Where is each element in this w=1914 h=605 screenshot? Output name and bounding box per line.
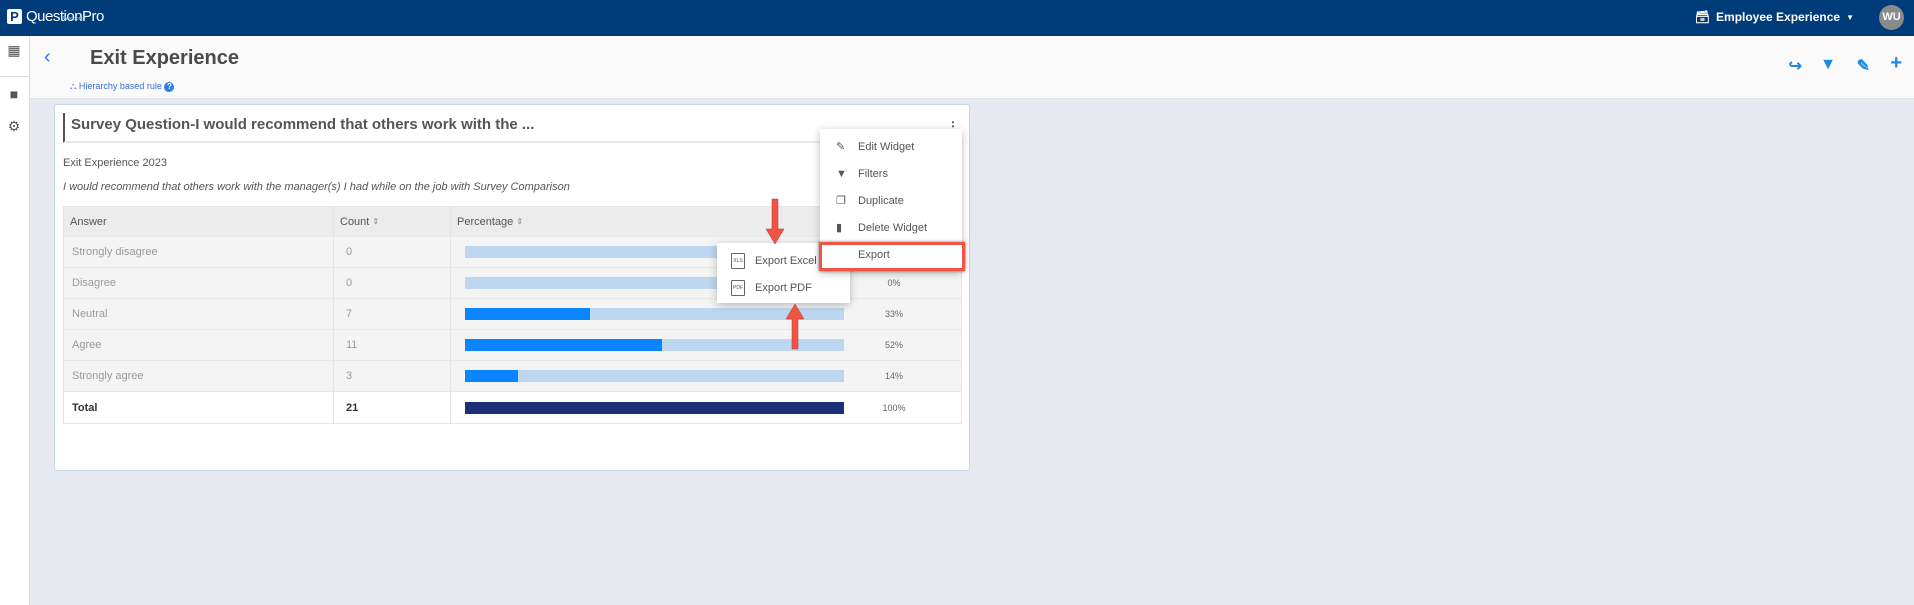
- sort-icon: ⇕: [516, 217, 524, 226]
- page-title: Exit Experience: [90, 47, 239, 69]
- table-row: Neutral 7 33%: [64, 299, 961, 330]
- gear-icon[interactable]: ⚙: [6, 118, 22, 134]
- pencil-icon: ✎: [836, 141, 846, 153]
- add-icon[interactable]: +: [1890, 52, 1902, 75]
- total-row: Total 21 100%: [64, 392, 961, 423]
- folder-icon[interactable]: ■: [6, 86, 22, 102]
- percentage-bar: [465, 370, 844, 382]
- menu-label: Export Excel: [755, 254, 817, 267]
- export-pdf-item[interactable]: PDF Export PDF: [717, 274, 850, 301]
- count-cell: 3: [346, 370, 353, 382]
- percentage-bar-fill: [465, 339, 663, 351]
- answer-cell: Disagree: [72, 277, 117, 289]
- hierarchy-rule[interactable]: ⛬ Hierarchy based rule ?: [70, 81, 175, 92]
- question-text: I would recommend that others work with …: [63, 181, 570, 193]
- arrow-down-annotation: [765, 198, 785, 245]
- hierarchy-rule-label: Hierarchy based rule: [78, 81, 162, 91]
- percentage-cell: 52%: [884, 340, 903, 350]
- answer-cell: Strongly agree: [72, 370, 144, 382]
- percentage-cell: 0%: [887, 278, 901, 288]
- dashboard-icon[interactable]: ▦: [6, 42, 22, 58]
- duplicate-item[interactable]: ❐ Duplicate: [820, 187, 962, 214]
- delete-widget-item[interactable]: ▮ Delete Widget: [820, 214, 962, 241]
- sidebar: ▦ ■ ⚙: [0, 36, 30, 605]
- percentage-cell: 100%: [882, 402, 906, 413]
- pdf-file-icon: PDF: [731, 279, 745, 296]
- xls-file-icon: XLS: [731, 252, 745, 269]
- answer-cell: Total: [72, 401, 98, 414]
- filters-item[interactable]: ▼ Filters: [820, 160, 962, 187]
- filter-icon: ▼: [836, 167, 847, 180]
- copy-icon: ❐: [836, 195, 846, 207]
- answer-cell: Strongly disagree: [72, 246, 158, 258]
- top-bar: P QuestionPro Workforce 🗃 Employee Exper…: [0, 0, 1914, 36]
- share-icon[interactable]: ↪: [1789, 56, 1802, 76]
- edit-widget-item[interactable]: ✎ Edit Widget: [820, 133, 962, 160]
- filter-icon[interactable]: ▼: [1820, 56, 1836, 74]
- answer-cell: Neutral: [72, 308, 108, 320]
- menu-label: Duplicate: [858, 194, 904, 207]
- table-row: Strongly agree 3 14%: [64, 361, 961, 392]
- logo-icon: P: [7, 9, 22, 24]
- survey-name: Exit Experience 2023: [63, 157, 167, 169]
- column-label: Percentage: [457, 215, 514, 228]
- menu-label: Export PDF: [755, 281, 812, 294]
- sort-icon: ⇕: [372, 217, 380, 226]
- product-switcher[interactable]: 🗃 Employee Experience ▼: [1695, 10, 1854, 24]
- percentage-cell: 14%: [884, 371, 903, 381]
- divider: [0, 76, 30, 77]
- percentage-bar-fill: [465, 370, 519, 382]
- product-name: Employee Experience: [1716, 10, 1841, 24]
- menu-label: Filters: [858, 167, 888, 180]
- answer-cell: Agree: [72, 339, 102, 351]
- edit-icon[interactable]: ✎: [1857, 56, 1870, 76]
- count-cell: 0: [346, 246, 353, 258]
- menu-label: Edit Widget: [858, 140, 915, 153]
- percentage-bar: [465, 401, 844, 414]
- arrow-up-annotation: [785, 303, 805, 350]
- caret-down-icon: ▼: [1846, 12, 1854, 22]
- logo[interactable]: P QuestionPro: [7, 8, 104, 25]
- count-cell: 0: [346, 277, 353, 289]
- percentage-bar-fill: [465, 308, 591, 320]
- avatar[interactable]: WU: [1879, 5, 1904, 30]
- trash-icon: ▮: [836, 222, 843, 234]
- column-count[interactable]: Count ⇕: [334, 207, 451, 236]
- hierarchy-icon: ⛬: [70, 81, 77, 91]
- export-highlight-box: [819, 242, 965, 271]
- briefcase-icon: 🗃: [1694, 10, 1711, 24]
- column-answer: Answer: [70, 215, 107, 228]
- table-row: Agree 11 52%: [64, 330, 961, 361]
- count-cell: 11: [346, 339, 358, 351]
- page-header: ‹ Exit Experience ⛬ Hierarchy based rule…: [30, 36, 1914, 99]
- count-cell: 21: [346, 401, 359, 414]
- logo-subtitle: Workforce: [63, 16, 86, 22]
- help-icon[interactable]: ?: [164, 82, 175, 92]
- menu-label: Delete Widget: [858, 221, 928, 234]
- back-icon[interactable]: ‹: [44, 46, 51, 69]
- percentage-cell: 33%: [884, 309, 903, 319]
- count-cell: 7: [346, 308, 353, 320]
- column-label: Count: [340, 215, 370, 228]
